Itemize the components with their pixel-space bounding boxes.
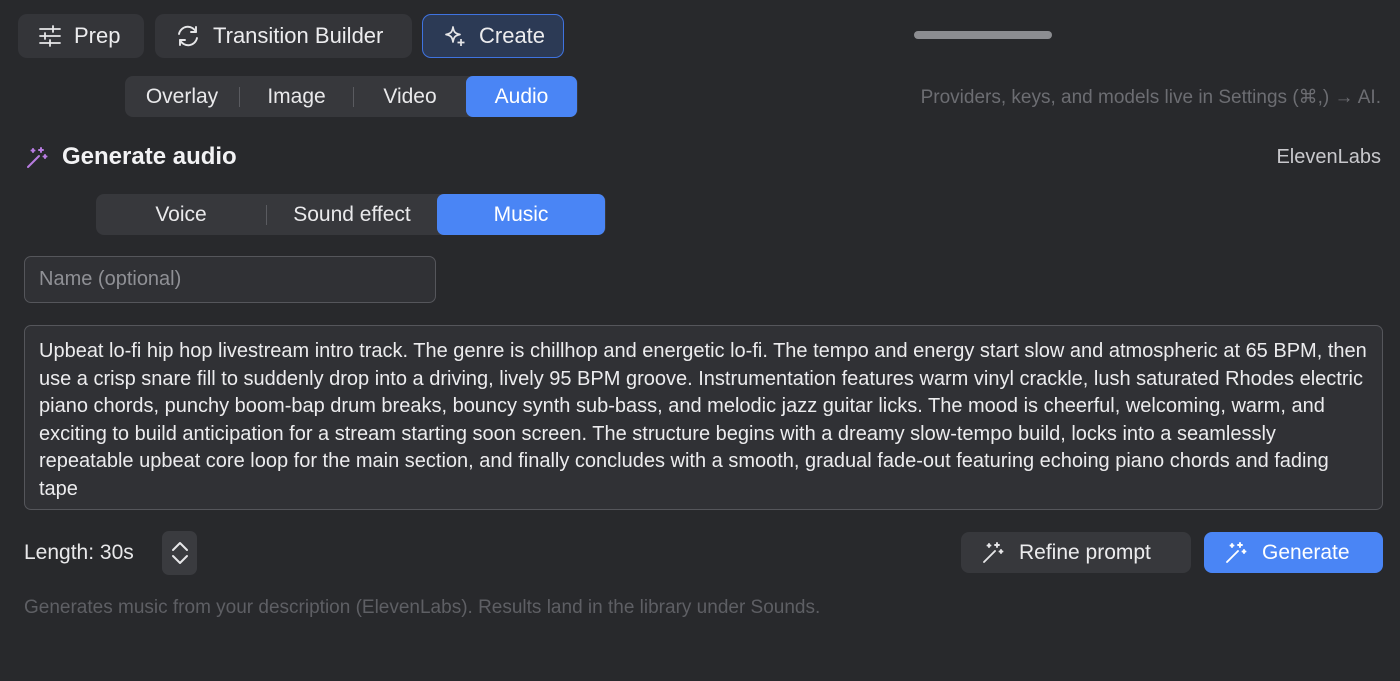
footer-hint: Generates music from your description (E… bbox=[24, 597, 821, 618]
tab-label: Audio bbox=[494, 84, 549, 108]
tab-overlay[interactable]: Overlay bbox=[125, 76, 239, 117]
chevron-up-icon[interactable] bbox=[170, 540, 190, 552]
tab-audio[interactable]: Audio bbox=[466, 76, 577, 117]
length-label: Length: 30s bbox=[24, 541, 134, 564]
mode-button-create[interactable]: Create bbox=[422, 14, 564, 58]
tab-voice[interactable]: Voice bbox=[96, 194, 266, 235]
audio-type-tabs: Voice Sound effect Music bbox=[96, 194, 606, 235]
refine-label: Refine prompt bbox=[1019, 540, 1151, 564]
tab-label: Overlay bbox=[145, 84, 219, 108]
sparkle-icon bbox=[445, 26, 465, 46]
tab-video[interactable]: Video bbox=[354, 76, 466, 117]
tab-label: Video bbox=[383, 84, 437, 108]
refine-prompt-button[interactable]: Refine prompt bbox=[961, 532, 1191, 573]
settings-hint: Providers, keys, and models live in Sett… bbox=[920, 87, 1381, 108]
tab-image[interactable]: Image bbox=[240, 76, 353, 117]
sliders-icon bbox=[39, 25, 61, 47]
tab-label: Voice bbox=[155, 202, 207, 226]
mode-label: Create bbox=[479, 23, 546, 48]
mode-label: Prep bbox=[74, 23, 121, 48]
mode-label: Transition Builder bbox=[213, 23, 384, 48]
drag-handle[interactable] bbox=[914, 31, 1052, 39]
provider-label: ElevenLabs bbox=[1276, 146, 1381, 168]
magic-wand-icon bbox=[983, 541, 1004, 563]
name-input[interactable] bbox=[24, 256, 436, 303]
length-stepper[interactable] bbox=[162, 531, 197, 575]
generate-label: Generate bbox=[1262, 540, 1350, 564]
chevron-down-icon[interactable] bbox=[170, 554, 190, 566]
prompt-textarea[interactable]: Upbeat lo-fi hip hop livestream intro tr… bbox=[24, 325, 1383, 510]
generate-button[interactable]: Generate bbox=[1204, 532, 1383, 573]
section-title: Generate audio bbox=[62, 143, 237, 170]
magic-wand-icon bbox=[1226, 541, 1247, 563]
kind-tabs: Overlay Image Video Audio bbox=[125, 76, 578, 117]
refresh-icon bbox=[178, 25, 198, 47]
tab-label: Sound effect bbox=[293, 202, 411, 226]
mode-button-transition-builder[interactable]: Transition Builder bbox=[155, 14, 412, 58]
tab-label: Music bbox=[493, 202, 549, 226]
tab-sound-effect[interactable]: Sound effect bbox=[267, 194, 437, 235]
mode-button-prep[interactable]: Prep bbox=[18, 14, 144, 58]
tab-music[interactable]: Music bbox=[437, 194, 605, 235]
tab-label: Image bbox=[267, 84, 326, 108]
magic-wand-icon bbox=[27, 147, 48, 168]
